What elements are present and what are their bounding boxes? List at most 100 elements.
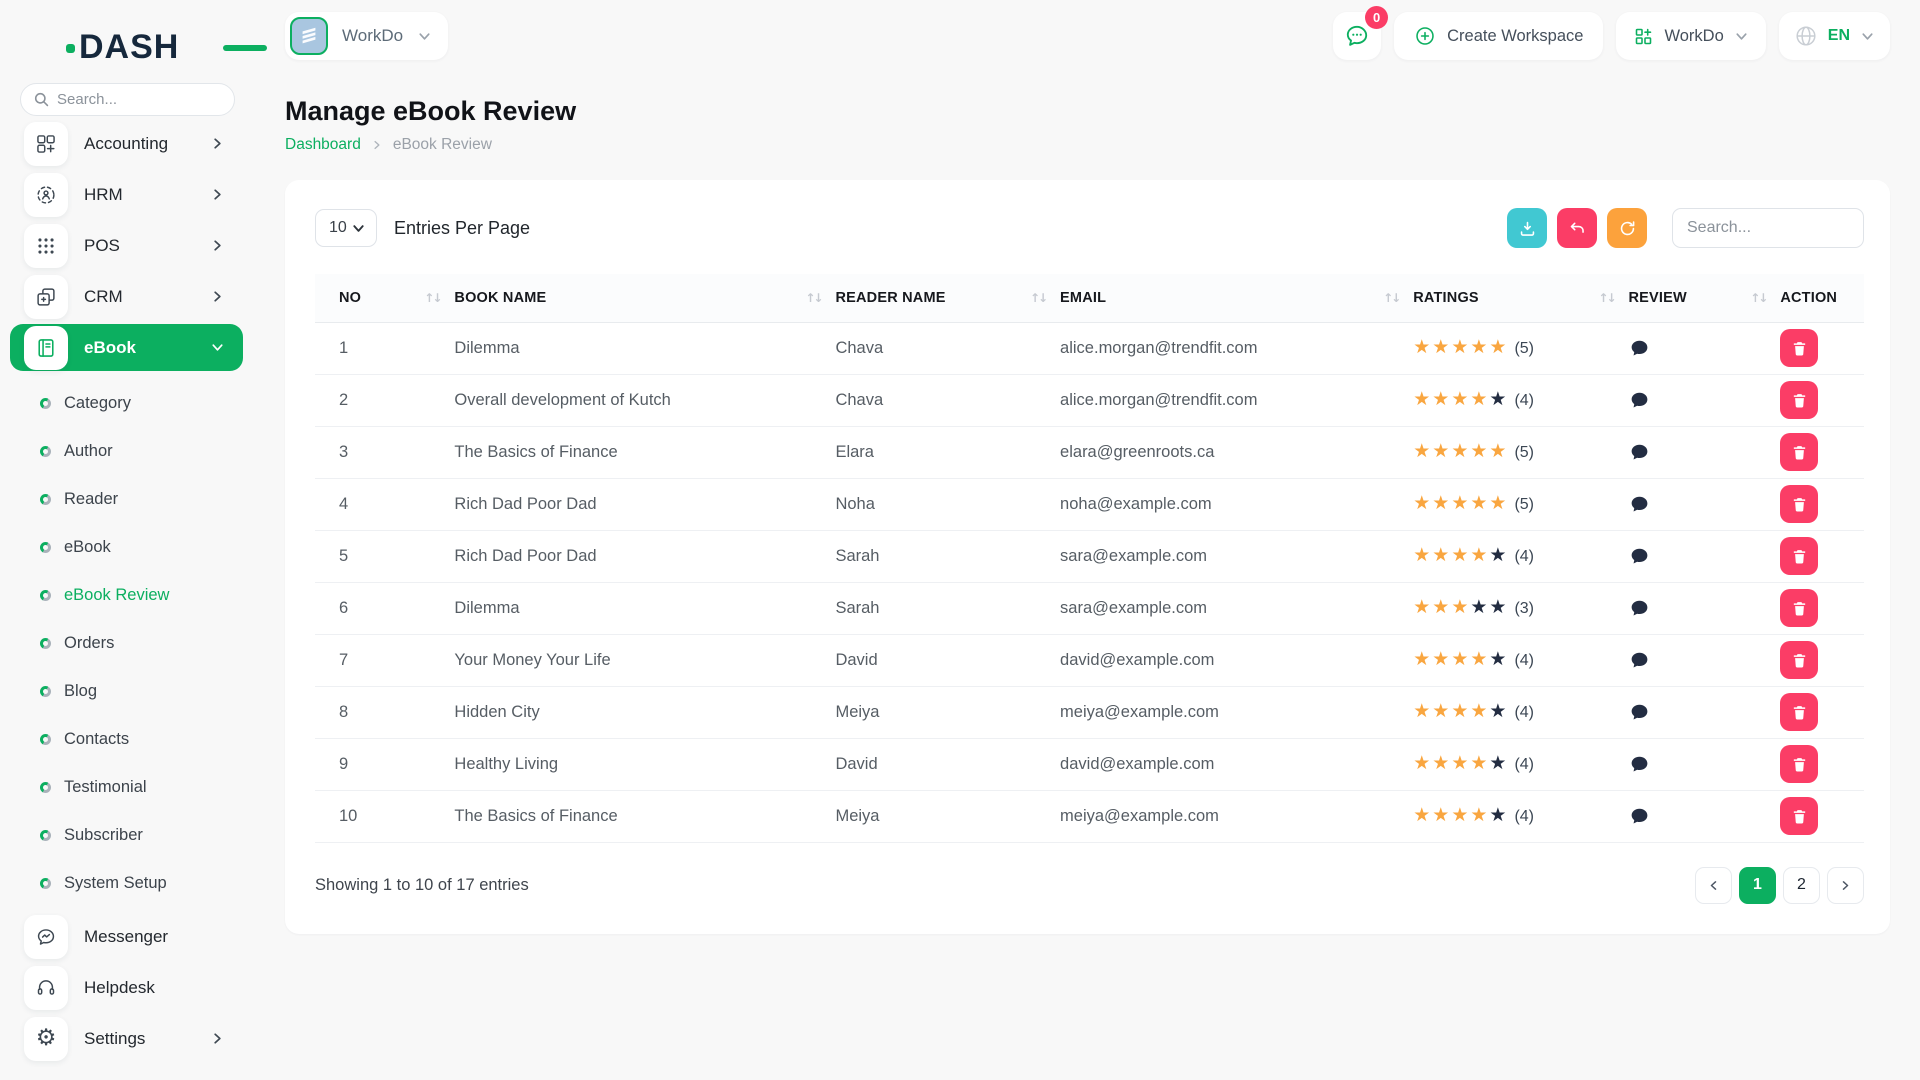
- sidebar-subitem-contacts[interactable]: Contacts: [0, 715, 253, 763]
- language-selector[interactable]: EN: [1779, 12, 1890, 60]
- sidebar-subitem-reader[interactable]: Reader: [0, 475, 253, 523]
- star-icon: ★: [1451, 648, 1470, 670]
- page-content: Manage eBook Review Dashboard eBook Revi…: [253, 72, 1920, 934]
- create-workspace-button[interactable]: Create Workspace: [1394, 12, 1603, 60]
- star-icon: ★: [1489, 440, 1508, 462]
- undo-button[interactable]: [1557, 208, 1597, 248]
- delete-button[interactable]: [1780, 329, 1818, 367]
- sidebar-item-crm[interactable]: CRM: [10, 273, 243, 320]
- star-icon: ★: [1451, 388, 1470, 410]
- cell-reader-name: Sarah: [835, 530, 1060, 582]
- star-icon: ★: [1451, 752, 1470, 774]
- star-icon: ★: [1413, 804, 1432, 826]
- chevron-right-icon: [210, 289, 225, 304]
- view-review-button[interactable]: [1629, 702, 1650, 723]
- sort-icon: ↑↓: [805, 291, 821, 305]
- refresh-button[interactable]: [1607, 208, 1647, 248]
- star-icon: ★: [1470, 596, 1489, 618]
- star-icon: ★: [1489, 388, 1508, 410]
- view-review-button[interactable]: [1629, 494, 1650, 515]
- rating-count: (4): [1514, 548, 1534, 565]
- sidebar-bottom-nav: MessengerHelpdesk⚙Settings: [0, 913, 253, 1062]
- comment-icon: [1629, 546, 1650, 567]
- sidebar-item-pos[interactable]: POS: [10, 222, 243, 269]
- column-header-email[interactable]: EMAIL↑↓: [1060, 274, 1413, 322]
- column-header-review[interactable]: REVIEW↑↓: [1629, 274, 1781, 322]
- sidebar-subitem-orders[interactable]: Orders: [0, 619, 253, 667]
- entries-per-page-select[interactable]: 10: [315, 209, 377, 247]
- sidebar-subitem-label: Category: [64, 394, 131, 413]
- column-header-no[interactable]: NO↑↓: [315, 274, 454, 322]
- view-review-button[interactable]: [1629, 442, 1650, 463]
- cell-email: meiya@example.com: [1060, 790, 1413, 842]
- accounting-icon: [24, 122, 68, 166]
- view-review-button[interactable]: [1629, 598, 1650, 619]
- sidebar-item-label: HRM: [84, 185, 123, 205]
- star-icon: ★: [1432, 596, 1451, 618]
- cell-action: [1780, 530, 1864, 582]
- chevron-down-icon: [1734, 29, 1749, 44]
- view-review-button[interactable]: [1629, 338, 1650, 359]
- sidebar-item-ebook[interactable]: eBook: [10, 324, 243, 371]
- pagination-page-1[interactable]: 1: [1739, 867, 1776, 904]
- breadcrumb-dashboard-link[interactable]: Dashboard: [285, 136, 361, 154]
- column-header-ratings[interactable]: RATINGS↑↓: [1413, 274, 1628, 322]
- delete-button[interactable]: [1780, 433, 1818, 471]
- view-review-button[interactable]: [1629, 390, 1650, 411]
- star-icon: ★: [1413, 388, 1432, 410]
- star-icon: ★: [1470, 336, 1489, 358]
- column-header-book-name[interactable]: BOOK NAME↑↓: [454, 274, 835, 322]
- sidebar-search-input[interactable]: [20, 83, 235, 116]
- delete-button[interactable]: [1780, 745, 1818, 783]
- sidebar-subitem-system-setup[interactable]: System Setup: [0, 859, 253, 907]
- grid-plus-icon: [1633, 26, 1654, 47]
- delete-button[interactable]: [1780, 797, 1818, 835]
- sidebar-subitem-testimonial[interactable]: Testimonial: [0, 763, 253, 811]
- sidebar-subitem-label: Contacts: [64, 730, 129, 749]
- sidebar-submenu: Category AuthorReadereBookeBook ReviewOrd…: [0, 375, 253, 907]
- star-icon: ★: [1470, 700, 1489, 722]
- cell-no: 3: [315, 426, 454, 478]
- star-icon: ★: [1489, 336, 1508, 358]
- workdo-menu-button[interactable]: WorkDo: [1616, 12, 1765, 60]
- delete-button[interactable]: [1780, 589, 1818, 627]
- delete-button[interactable]: [1780, 381, 1818, 419]
- delete-button[interactable]: [1780, 485, 1818, 523]
- pagination-page-2[interactable]: 2: [1783, 867, 1820, 904]
- sidebar-item-hrm[interactable]: HRM: [10, 171, 243, 218]
- messages-button[interactable]: 0: [1333, 12, 1381, 60]
- view-review-button[interactable]: [1629, 806, 1650, 827]
- star-icon: ★: [1432, 388, 1451, 410]
- sidebar-subitem-category[interactable]: Category: [0, 379, 253, 427]
- sidebar-subitem-subscriber[interactable]: Subscriber: [0, 811, 253, 859]
- export-button[interactable]: [1507, 208, 1547, 248]
- view-review-button[interactable]: [1629, 650, 1650, 671]
- delete-button[interactable]: [1780, 641, 1818, 679]
- cell-reader-name: Chava: [835, 322, 1060, 374]
- delete-button[interactable]: [1780, 537, 1818, 575]
- pagination-next-button[interactable]: [1827, 867, 1864, 904]
- view-review-button[interactable]: [1629, 754, 1650, 775]
- sidebar-item-helpdesk[interactable]: Helpdesk: [10, 964, 243, 1011]
- column-header-reader-name[interactable]: READER NAME↑↓: [835, 274, 1060, 322]
- sidebar-item-settings[interactable]: ⚙Settings: [10, 1015, 243, 1062]
- sidebar-subitem-ebook-review[interactable]: eBook Review: [0, 571, 253, 619]
- star-icon: ★: [1413, 700, 1432, 722]
- star-icon: ★: [1432, 336, 1451, 358]
- chevron-right-icon: [210, 187, 225, 202]
- comment-icon: [1629, 494, 1650, 515]
- cell-book-name: Dilemma: [454, 322, 835, 374]
- sidebar-item-accounting[interactable]: Accounting: [10, 120, 243, 167]
- comment-icon: [1629, 598, 1650, 619]
- pagination-prev-button[interactable]: [1695, 867, 1732, 904]
- sidebar-subitem-author[interactable]: Author: [0, 427, 253, 475]
- sidebar-item-messenger[interactable]: Messenger: [10, 913, 243, 960]
- table-search-input[interactable]: [1672, 208, 1864, 248]
- sidebar-subitem-blog[interactable]: Blog: [0, 667, 253, 715]
- sidebar-subitem-ebook[interactable]: eBook: [0, 523, 253, 571]
- delete-button[interactable]: [1780, 693, 1818, 731]
- workspace-switcher[interactable]: WorkDo: [285, 12, 448, 60]
- cell-reader-name: Chava: [835, 374, 1060, 426]
- view-review-button[interactable]: [1629, 546, 1650, 567]
- plus-circle-icon: [1414, 25, 1436, 47]
